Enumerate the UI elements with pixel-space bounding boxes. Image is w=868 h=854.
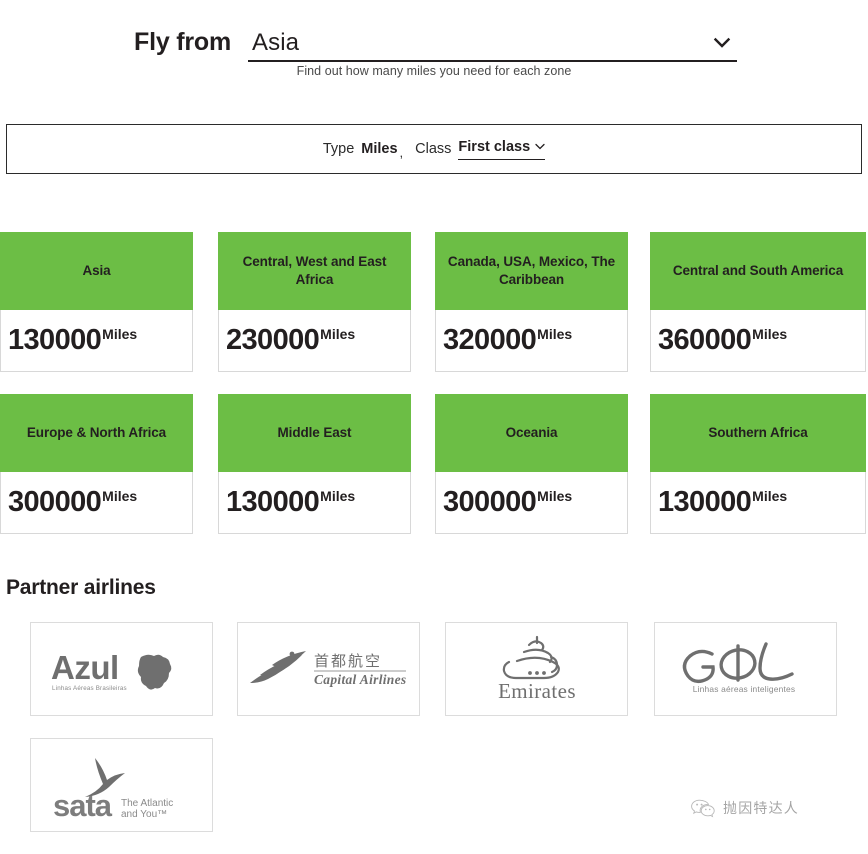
zone-unit: Miles <box>102 487 138 504</box>
fly-from-subnote: Find out how many miles you need for eac… <box>296 64 572 78</box>
filter-class-select[interactable]: First class <box>458 138 546 160</box>
gol-logo: Linhas aéreas inteligentes <box>682 642 795 694</box>
filter-type-value[interactable]: Miles <box>361 141 397 157</box>
svg-text:Azul: Azul <box>51 649 119 686</box>
partner-logo-card[interactable]: Emirates <box>445 622 628 716</box>
zone-unit: Miles <box>752 325 788 342</box>
svg-text:The Atlantic: The Atlantic <box>121 798 173 809</box>
zone-amount: 360000 <box>658 324 752 356</box>
zone-amount: 130000 <box>658 486 752 518</box>
filter-controls: Type Miles , Class First class <box>7 125 861 173</box>
chevron-down-icon[interactable] <box>713 34 731 52</box>
zone-unit: Miles <box>102 325 138 342</box>
zone-card[interactable]: Europe & North Africa 300000 Miles <box>0 394 193 534</box>
partner-row-2: sata The Atlantic and You™ <box>0 738 868 854</box>
fly-from-row: Fly from Asia <box>0 12 868 62</box>
partner-airlines-heading: Partner airlines <box>6 576 156 599</box>
partner-logo-card[interactable]: Azul Linhas Aéreas Brasileiras <box>30 622 213 716</box>
filter-class-label: Class <box>415 141 452 157</box>
zone-card[interactable]: Asia 130000 Miles <box>0 232 193 372</box>
capital-airlines-logo: 首都航空 Capital Airlines <box>249 651 406 687</box>
zone-card-header: Asia <box>0 232 193 310</box>
zone-title: Asia <box>82 263 111 279</box>
zone-row-1: Asia 130000 Miles Central, West and East… <box>0 232 868 373</box>
zone-card-body: 360000 Miles <box>650 310 866 372</box>
zone-title: Canada, USA, Mexico, The Caribbean <box>447 254 616 287</box>
zone-amount: 320000 <box>443 324 537 356</box>
zone-card-header: Canada, USA, Mexico, The Caribbean <box>435 232 628 310</box>
zone-card-grid: Asia 130000 Miles Central, West and East… <box>0 232 868 556</box>
watermark-text: 抛因特达人 <box>723 801 799 817</box>
filter-bar: Type Miles , Class First class <box>6 124 862 174</box>
zone-card-header: Central, West and East Africa <box>218 232 411 310</box>
zone-card-body: 130000 Miles <box>650 472 866 534</box>
zone-unit: Miles <box>320 487 356 504</box>
zone-card[interactable]: Oceania 300000 Miles <box>435 394 628 534</box>
zone-row-2: Europe & North Africa 300000 Miles Middl… <box>0 394 868 535</box>
svg-text:Emirates: Emirates <box>498 679 576 703</box>
zone-card-body: 300000 Miles <box>0 472 193 534</box>
svg-text:Linhas aéreas inteligentes: Linhas aéreas inteligentes <box>692 684 795 694</box>
zone-card-body: 130000 Miles <box>0 310 193 372</box>
zone-amount: 130000 <box>226 486 320 518</box>
zone-title: Europe & North Africa <box>26 425 167 441</box>
zone-amount: 130000 <box>8 324 102 356</box>
zone-card[interactable]: Central and South America 360000 Miles <box>650 232 866 372</box>
azul-logo: Azul Linhas Aéreas Brasileiras <box>51 649 171 692</box>
fly-from-select[interactable]: Asia <box>248 26 737 62</box>
filter-separator: , <box>399 144 404 160</box>
zone-card-header: Middle East <box>218 394 411 472</box>
zone-amount: 300000 <box>8 486 102 518</box>
zone-amount: 230000 <box>226 324 320 356</box>
zone-card[interactable]: Canada, USA, Mexico, The Caribbean 32000… <box>435 232 628 372</box>
partner-airlines-grid: Azul Linhas Aéreas Brasileiras 首都航空 Capi… <box>0 622 868 854</box>
emirates-logo: Emirates <box>498 635 576 703</box>
filter-class-value-text: First class <box>458 138 531 155</box>
fly-from-selected-value: Asia <box>252 29 300 56</box>
zone-unit: Miles <box>537 325 573 342</box>
fly-from-label: Fly from <box>134 28 232 56</box>
zone-unit: Miles <box>752 487 788 504</box>
zone-card-body: 300000 Miles <box>435 472 628 534</box>
zone-card-header: Southern Africa <box>650 394 866 472</box>
zone-unit: Miles <box>320 325 356 342</box>
svg-text:Linhas Aéreas Brasileiras: Linhas Aéreas Brasileiras <box>52 685 127 692</box>
zone-card-body: 320000 Miles <box>435 310 628 372</box>
zone-card-header: Oceania <box>435 394 628 472</box>
svg-text:Capital Airlines: Capital Airlines <box>314 672 406 687</box>
partner-logo-card[interactable]: Linhas aéreas inteligentes <box>654 622 837 716</box>
partner-logo-card[interactable]: sata The Atlantic and You™ <box>30 738 213 832</box>
svg-text:首都航空: 首都航空 <box>314 652 382 670</box>
zone-title: Central, West and East Africa <box>242 254 387 287</box>
partner-logo-card[interactable]: 首都航空 Capital Airlines <box>237 622 420 716</box>
zone-card-header: Europe & North Africa <box>0 394 193 472</box>
zone-amount: 300000 <box>443 486 537 518</box>
filter-type-label: Type <box>322 141 355 157</box>
svg-text:and You™: and You™ <box>121 809 167 820</box>
watermark: 抛因特达人 <box>690 798 799 818</box>
zone-card-header: Central and South America <box>650 232 866 310</box>
chevron-down-icon[interactable] <box>535 143 545 150</box>
zone-card-body: 230000 Miles <box>218 310 411 372</box>
zone-title: Southern Africa <box>708 425 808 441</box>
sata-logo: sata The Atlantic and You™ <box>53 758 173 822</box>
zone-card-body: 130000 Miles <box>218 472 411 534</box>
zone-title: Oceania <box>505 425 558 441</box>
zone-card[interactable]: Central, West and East Africa 230000 Mil… <box>218 232 411 372</box>
svg-text:sata: sata <box>53 788 113 822</box>
zone-unit: Miles <box>537 487 573 504</box>
partner-row-1: Azul Linhas Aéreas Brasileiras 首都航空 Capi… <box>0 622 868 738</box>
wechat-icon <box>690 798 716 818</box>
zone-card[interactable]: Middle East 130000 Miles <box>218 394 411 534</box>
zone-title: Middle East <box>277 425 352 441</box>
zone-card[interactable]: Southern Africa 130000 Miles <box>650 394 866 534</box>
zone-title: Central and South America <box>672 263 844 279</box>
